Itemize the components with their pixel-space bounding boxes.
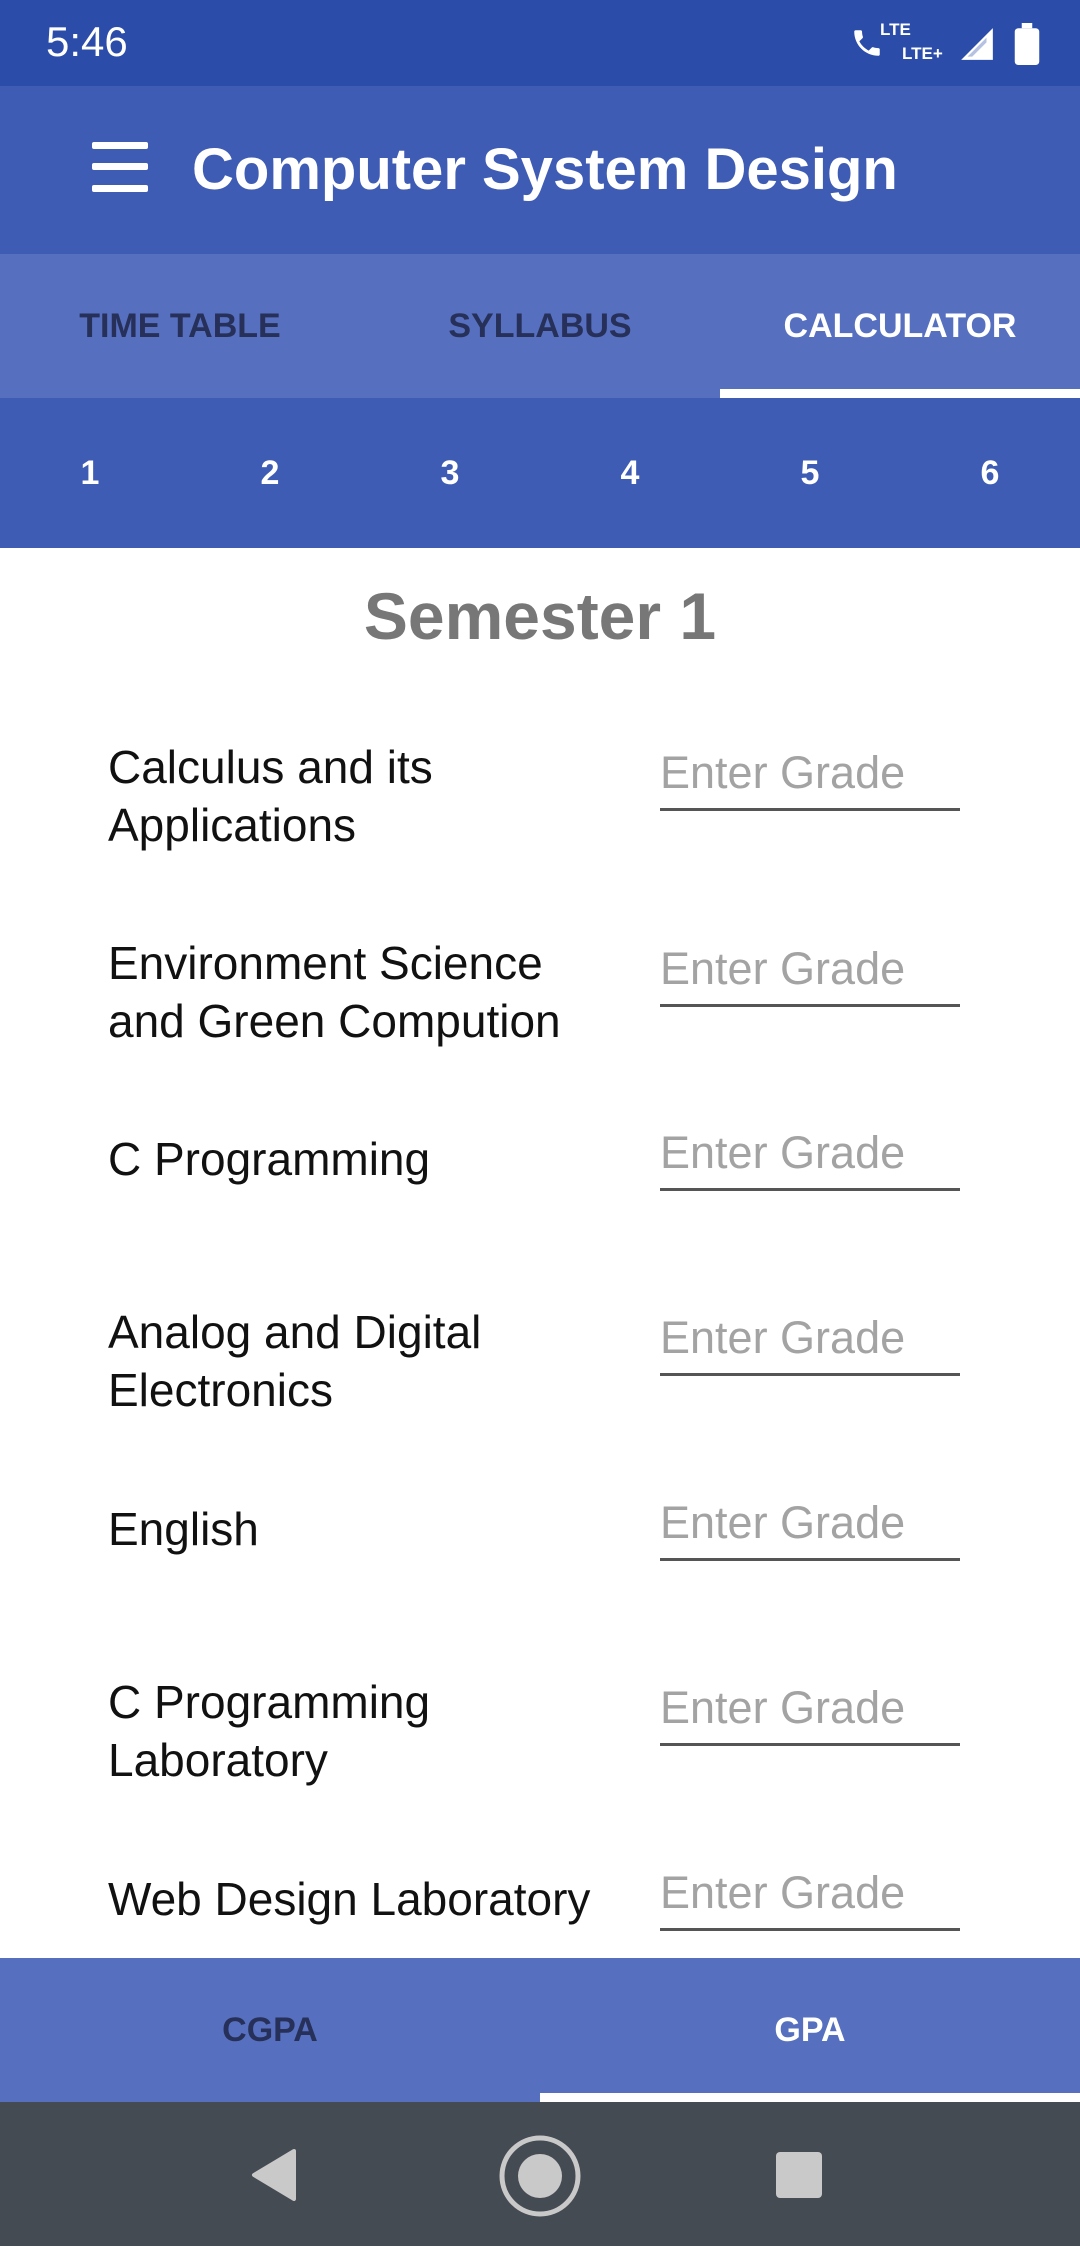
lte-plus-label: LTE+ <box>902 44 943 63</box>
status-bar: 5:46 LTE LTE+ <box>0 0 1080 86</box>
grade-input[interactable] <box>660 1858 960 1931</box>
tab-gpa[interactable]: GPA <box>540 1958 1080 2102</box>
tab-cgpa[interactable]: CGPA <box>0 1958 540 2102</box>
home-icon[interactable] <box>498 2134 582 2218</box>
grade-input[interactable] <box>660 1488 960 1561</box>
grade-input[interactable] <box>660 1118 960 1191</box>
tab-syllabus[interactable]: SYLLABUS <box>360 254 720 398</box>
tab-semester-4[interactable]: 4 <box>540 398 720 548</box>
status-time: 5:46 <box>46 18 128 65</box>
tab-calculator[interactable]: CALCULATOR <box>720 254 1080 398</box>
grade-input[interactable] <box>660 934 960 1007</box>
subject-label: Calculus and its Applications <box>108 741 433 851</box>
lte-indicator: LTE LTE+ <box>850 20 943 68</box>
lte-label: LTE <box>880 20 911 39</box>
hamburger-menu-icon[interactable] <box>92 142 148 192</box>
status-icons: LTE LTE+ <box>850 20 1040 68</box>
grade-input[interactable] <box>660 1673 960 1746</box>
semester-title: Semester 1 <box>363 579 717 653</box>
subject-label: Web Design Laboratory <box>108 1873 591 1925</box>
battery-icon <box>1014 23 1040 65</box>
subject-label: Environment Science and Green Compution <box>108 937 561 1047</box>
subject-label: C Programming <box>108 1133 431 1185</box>
subject-label: C Programming Laboratory <box>108 1676 431 1786</box>
semester-tab-bar: 1 2 3 4 5 6 <box>0 398 1080 548</box>
grade-form: Semester 1 Calculus and its Applications… <box>0 548 1080 1958</box>
tab-semester-5[interactable]: 5 <box>720 398 900 548</box>
tab-semester-2[interactable]: 2 <box>180 398 360 548</box>
tab-semester-1[interactable]: 1 <box>0 398 180 548</box>
top-tab-bar: TIME TABLE SYLLABUS CALCULATOR <box>0 254 1080 398</box>
page-title: Computer System Design <box>192 137 898 202</box>
signal-icon <box>961 28 993 60</box>
bottom-tab-bar: CGPA GPA <box>0 1958 1080 2102</box>
subject-label: Analog and Digital Electronics <box>108 1306 482 1416</box>
subject-label: English <box>108 1503 259 1555</box>
tab-semester-6[interactable]: 6 <box>900 398 1080 548</box>
back-icon[interactable] <box>250 2149 296 2201</box>
grade-input[interactable] <box>660 1303 960 1376</box>
app-bar: Computer System Design <box>0 86 1080 254</box>
recent-apps-icon[interactable] <box>776 2152 822 2198</box>
system-nav-bar <box>0 2102 1080 2246</box>
grade-input[interactable] <box>660 738 960 811</box>
tab-semester-3[interactable]: 3 <box>360 398 540 548</box>
call-icon <box>854 30 880 56</box>
tab-time-table[interactable]: TIME TABLE <box>0 254 360 398</box>
